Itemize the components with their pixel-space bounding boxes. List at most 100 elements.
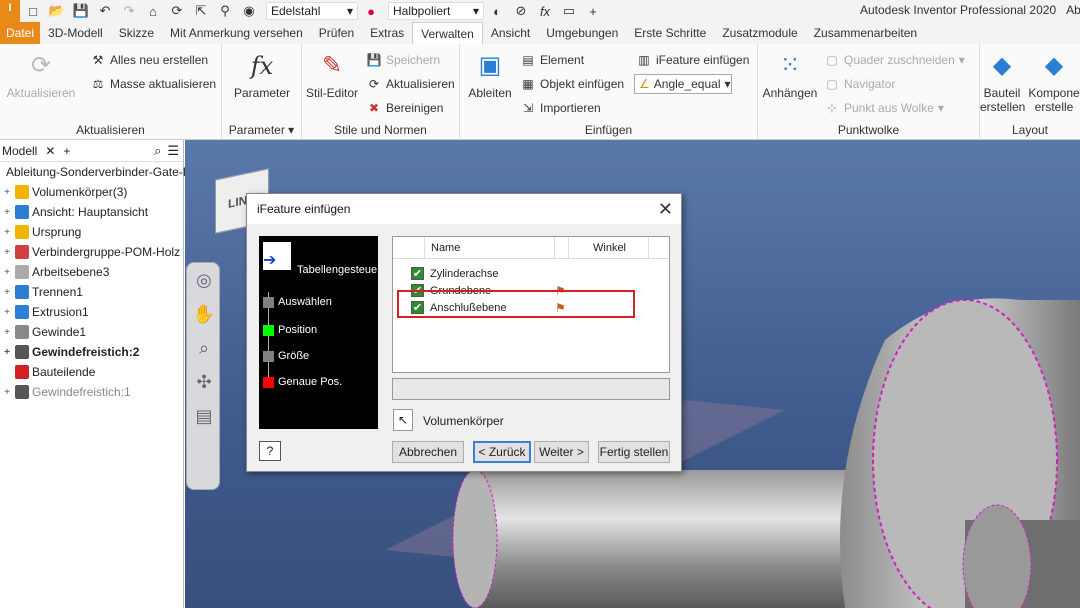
masse-aktualisieren-button[interactable]: ⚖ Masse aktualisieren: [90, 76, 216, 92]
tab-8[interactable]: Umgebungen: [538, 22, 626, 44]
tree-item[interactable]: + Arbeitsebene3: [0, 262, 183, 282]
appearance-icon[interactable]: ●: [360, 2, 382, 20]
tab-modell[interactable]: Modell: [2, 144, 37, 158]
tab-1[interactable]: 3D-Modell: [40, 22, 111, 44]
steering-wheel-icon[interactable]: ◎: [187, 263, 221, 297]
save-icon[interactable]: 💾: [70, 2, 92, 20]
orbit-icon[interactable]: ✣: [187, 365, 221, 399]
importieren-button[interactable]: ⇲ Importieren: [520, 100, 601, 116]
anhaengen-button[interactable]: ⁙ Anhängen: [760, 50, 820, 101]
expand-icon[interactable]: +: [2, 267, 12, 278]
new-icon[interactable]: □: [22, 2, 44, 20]
tab-11[interactable]: Zusammenarbeiten: [806, 22, 925, 44]
measure-icon[interactable]: ⚲: [214, 2, 236, 20]
step-item[interactable]: Position: [263, 324, 317, 336]
select-icon[interactable]: ⇱: [190, 2, 212, 20]
ifeature-einfuegen-button[interactable]: ▥ iFeature einfügen: [636, 52, 749, 68]
tree-item[interactable]: + Gewindefreistich:2: [0, 342, 183, 362]
open-icon[interactable]: 📂: [46, 2, 68, 20]
komponente-erstellen-button[interactable]: ◆ Kompone erstelle: [1028, 50, 1080, 115]
redo-icon[interactable]: ↷: [118, 2, 140, 20]
expand-icon[interactable]: +: [2, 347, 12, 358]
list-item[interactable]: ✔ Zylinderachse: [393, 265, 669, 282]
ruler-icon[interactable]: ▭: [558, 2, 580, 20]
app-logo[interactable]: I: [0, 0, 20, 22]
stil-editor-button[interactable]: ✎ Stil-Editor: [304, 50, 360, 101]
abbrechen-button[interactable]: Abbrechen: [392, 441, 464, 463]
plus-icon[interactable]: +: [63, 144, 70, 158]
look-at-icon[interactable]: ▤: [187, 399, 221, 433]
punkt-aus-wolke-button[interactable]: ⊹ Punkt aus Wolke ▾: [824, 100, 944, 116]
aktualisieren-button[interactable]: ⟳ Aktualisieren: [4, 50, 78, 101]
home-icon[interactable]: ⌂: [142, 2, 164, 20]
expand-icon[interactable]: +: [2, 247, 12, 258]
search-icon[interactable]: ⌕: [154, 143, 161, 159]
select-arrow-icon[interactable]: ↖: [393, 409, 413, 431]
tree-item[interactable]: + Gewinde1: [0, 322, 183, 342]
speichern-button[interactable]: 💾 Speichern: [366, 52, 441, 68]
tab-0[interactable]: Datei: [0, 22, 41, 44]
pan-icon[interactable]: ✋: [187, 297, 221, 331]
weiter-button[interactable]: Weiter >: [534, 441, 589, 463]
tree-item[interactable]: Bauteilende: [0, 362, 183, 382]
fertig-stellen-button[interactable]: Fertig stellen: [598, 441, 670, 463]
expand-icon[interactable]: +: [2, 327, 12, 338]
step-item[interactable]: Auswählen: [263, 296, 332, 308]
tree-item[interactable]: + Ursprung: [0, 222, 183, 242]
expand-icon[interactable]: +: [2, 287, 12, 298]
zoom-icon[interactable]: ⌕: [187, 331, 221, 365]
tree-item[interactable]: + Trennen1: [0, 282, 183, 302]
close-icon[interactable]: ✕: [45, 144, 55, 158]
tab-2[interactable]: Skizze: [111, 22, 162, 44]
help-icon[interactable]: ?: [259, 441, 281, 461]
tab-4[interactable]: Prüfen: [311, 22, 362, 44]
tab-7[interactable]: Ansicht: [483, 22, 538, 44]
stile-aktualisieren-button[interactable]: ⟳ Aktualisieren: [366, 76, 455, 92]
tree-item[interactable]: + Ansicht: Hauptansicht: [0, 202, 183, 222]
group-label[interactable]: Parameter ▾: [222, 123, 301, 137]
tree-item[interactable]: + Gewindefreistich:1: [0, 382, 183, 402]
appearance-select[interactable]: Halbpoliert ▾: [388, 2, 484, 20]
bereinigen-button[interactable]: ✖ Bereinigen: [366, 100, 443, 116]
ableiten-button[interactable]: ▣ Ableiten: [464, 50, 516, 101]
quader-zuschneiden-button[interactable]: ▢ Quader zuschneiden ▾: [824, 52, 964, 68]
tab-6[interactable]: Verwalten: [412, 22, 483, 44]
step-item[interactable]: Genaue Pos.: [263, 376, 342, 388]
tab-3[interactable]: Mit Anmerkung versehen: [162, 22, 311, 44]
ifeature-icon: ▥: [638, 53, 650, 67]
expand-icon[interactable]: +: [2, 387, 12, 398]
tree-item[interactable]: + Verbindergruppe-POM-Holz: [0, 242, 183, 262]
expand-icon[interactable]: +: [2, 187, 12, 198]
tree-item[interactable]: + Volumenkörper(3): [0, 182, 183, 202]
alles-neu-erstellen-button[interactable]: ⚒ Alles neu erstellen: [90, 52, 208, 68]
expand-icon[interactable]: +: [2, 207, 12, 218]
objekt-einfuegen-button[interactable]: ▦ Objekt einfügen: [520, 76, 624, 92]
material-select[interactable]: Edelstahl ▾: [266, 2, 358, 20]
tree-item[interactable]: + Extrusion1: [0, 302, 183, 322]
navigator-button[interactable]: ▢ Navigator: [824, 76, 895, 92]
column-winkel[interactable]: Winkel: [569, 237, 649, 258]
column-name[interactable]: Name: [425, 237, 555, 258]
value-field[interactable]: [392, 378, 670, 400]
fx-icon[interactable]: fx: [534, 2, 556, 20]
element-button[interactable]: ▤ Element: [520, 52, 584, 68]
menu-icon[interactable]: ☰: [167, 143, 179, 159]
close-icon[interactable]: ✕: [658, 199, 673, 220]
adjust-icon[interactable]: ◐: [486, 2, 508, 20]
zurueck-button[interactable]: < Zurück: [473, 441, 531, 463]
tree-item[interactable]: Ableitung-Sonderverbinder-Gate-F: [0, 162, 190, 182]
expand-icon[interactable]: +: [2, 307, 12, 318]
bauteil-erstellen-button[interactable]: ◆ Bauteil erstellen: [980, 50, 1025, 115]
tab-5[interactable]: Extras: [362, 22, 412, 44]
step-item[interactable]: Größe: [263, 350, 309, 362]
tab-10[interactable]: Zusatzmodule: [714, 22, 805, 44]
plus-icon[interactable]: +: [582, 2, 604, 20]
parameter-button[interactable]: fx Parameter: [228, 50, 296, 100]
material-icon[interactable]: ◉: [238, 2, 260, 20]
expand-icon[interactable]: +: [2, 227, 12, 238]
ifeature-select[interactable]: ∠ Angle_equal ▾: [634, 74, 732, 94]
undo-icon[interactable]: ↶: [94, 2, 116, 20]
clear-appearance-icon[interactable]: ⊘: [510, 2, 532, 20]
tab-9[interactable]: Erste Schritte: [626, 22, 714, 44]
update-icon[interactable]: ⟳: [166, 2, 188, 20]
